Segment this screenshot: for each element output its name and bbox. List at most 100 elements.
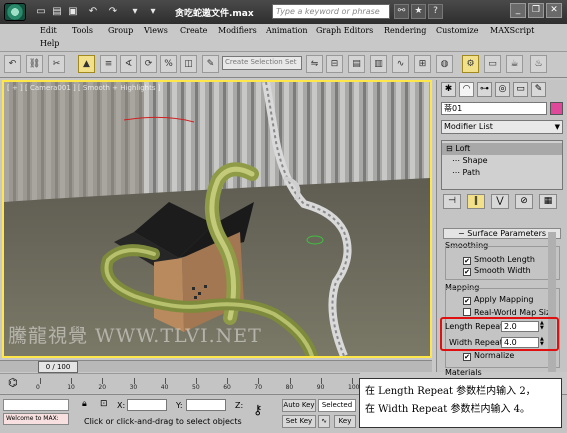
menu-customize[interactable]: Customize — [436, 26, 479, 35]
absolute-mode-icon[interactable]: ⊡ — [100, 399, 108, 409]
lock-selection-icon[interactable]: 🔒︎ — [82, 399, 87, 409]
material-editor-icon[interactable]: ◍ — [436, 55, 453, 73]
hierarchy-icon[interactable]: ⊶ — [477, 82, 492, 97]
smooth-length-checkbox[interactable]: ✔ Smooth Length — [463, 255, 535, 265]
viewport-scene — [4, 82, 430, 356]
select-link-icon[interactable]: ⛓ — [26, 55, 43, 73]
menu-views[interactable]: Views — [144, 26, 168, 35]
track-bar[interactable]: ⌬ 0 10 20 30 40 50 60 70 80 90 100 — [0, 373, 360, 393]
schematic-icon[interactable]: ⊞ — [414, 55, 431, 73]
quick-access-dropdown-icon[interactable]: ▾ — [146, 5, 160, 18]
remove-modifier-icon[interactable]: ⊘ — [515, 194, 533, 209]
minimize-button[interactable]: _ — [510, 3, 526, 18]
stack-item-loft[interactable]: ⊟ Loft — [442, 143, 562, 155]
smooth-width-checkbox[interactable]: ✔ Smooth Width — [463, 266, 531, 276]
command-panel-scrollbar[interactable] — [548, 232, 556, 372]
binoculars-icon[interactable]: ⚯ — [394, 4, 409, 19]
key-icon[interactable]: ⚷ — [253, 403, 263, 418]
menu-create[interactable]: Create — [180, 26, 207, 35]
render-frame-icon[interactable]: ▭ — [484, 55, 501, 73]
object-color-swatch[interactable] — [550, 102, 563, 115]
show-end-result-icon[interactable]: ‖ — [467, 194, 485, 209]
display-icon[interactable]: ▭ — [513, 82, 528, 97]
menu-modifiers[interactable]: Modifiers — [218, 26, 257, 35]
surface-parameters-rollout[interactable]: − Surface Parameters — [443, 228, 561, 239]
open-folder-icon[interactable]: ▤ — [50, 5, 64, 18]
stack-toolbar: ⊣ ‖ ⋁ ⊘ ▦ — [441, 194, 563, 210]
normalize-checkbox[interactable]: ✔ Normalize — [463, 351, 514, 361]
close-button[interactable]: ✕ — [546, 3, 562, 18]
utilities-icon[interactable]: ✎ — [531, 82, 546, 97]
project-folder-icon[interactable]: ▾ — [128, 5, 142, 18]
align-icon[interactable]: ⊟ — [326, 55, 343, 73]
instruction-line-2: 在 Width Repeat 参数栏内输入 4。 — [365, 404, 530, 415]
keyword-search-input[interactable]: Type a keyword or phrase — [272, 4, 390, 19]
make-unique-icon[interactable]: ⋁ — [491, 194, 509, 209]
y-coord-label: Y: — [176, 401, 183, 410]
undo-icon[interactable]: ↶ — [86, 5, 100, 18]
auto-key-button[interactable]: Auto Key — [282, 399, 316, 412]
maxscript-listener-input[interactable] — [3, 399, 69, 411]
motion-icon[interactable]: ◎ — [495, 82, 510, 97]
undo-icon[interactable]: ↶ — [4, 55, 21, 73]
curve-icon[interactable]: ∿ — [318, 415, 330, 428]
snap-icon[interactable]: ◫ — [180, 55, 197, 73]
select-by-name-icon[interactable]: ≡ — [100, 55, 117, 73]
create-icon[interactable]: ✱ — [441, 82, 456, 97]
render-icon[interactable]: ☕ — [506, 55, 523, 73]
help-icon[interactable]: ? — [428, 4, 443, 19]
camera-viewport[interactable]: [ + ] [ Camera001 ] [ Smooth + Highlight… — [2, 80, 432, 358]
angle-snap-icon[interactable]: ∢ — [120, 55, 137, 73]
new-file-icon[interactable]: ▭ — [34, 5, 48, 18]
teapot-icon[interactable]: ♨ — [530, 55, 547, 73]
mini-curve-editor-icon[interactable]: ⌬ — [8, 376, 18, 389]
modify-icon[interactable]: ◠ — [459, 82, 474, 97]
restore-button[interactable]: ❐ — [528, 3, 544, 18]
maxscript-mini-listener[interactable]: Welcome to MAX: — [3, 413, 69, 425]
menu-animation[interactable]: Animation — [266, 26, 308, 35]
stack-item-shape[interactable]: ⋯ Shape — [442, 155, 562, 167]
configure-sets-icon[interactable]: ▦ — [539, 194, 557, 209]
unlink-icon[interactable]: ✂ — [48, 55, 65, 73]
menu-graph-editors[interactable]: Graph Editors — [316, 26, 373, 35]
key-filters-button[interactable]: Key — [334, 415, 356, 428]
z-coord-label: Z: — [235, 401, 244, 410]
save-icon[interactable]: ▣ — [66, 5, 80, 18]
timeline-tick-label: 80 — [285, 384, 294, 391]
stack-item-path[interactable]: ⋯ Path — [442, 167, 562, 179]
menu-group[interactable]: Group — [108, 26, 133, 35]
layers-icon[interactable]: ▤ — [348, 55, 365, 73]
timeline-tick-label: 20 — [98, 384, 107, 391]
modifier-list-dropdown[interactable]: Modifier List ▼ — [441, 120, 563, 134]
selection-set-dropdown[interactable]: Create Selection Set — [222, 56, 302, 70]
star-icon[interactable]: ★ — [411, 4, 426, 19]
menu-rendering[interactable]: Rendering — [384, 26, 426, 35]
app-logo-icon[interactable] — [4, 3, 26, 21]
menu-edit[interactable]: Edit — [40, 26, 57, 35]
mirror-icon[interactable]: ⇋ — [306, 55, 323, 73]
set-key-button[interactable]: Set Key — [282, 415, 316, 428]
curve-editor-icon[interactable]: ∿ — [392, 55, 409, 73]
chevron-down-icon: ▼ — [554, 123, 560, 131]
select-object-icon[interactable]: ▲ — [78, 55, 95, 73]
x-coord-label: X: — [117, 401, 126, 410]
menu-maxscript[interactable]: MAXScript — [490, 26, 534, 35]
menu-tools[interactable]: Tools — [72, 26, 93, 35]
time-slider-handle[interactable]: 0 / 100 — [38, 361, 78, 373]
edit-named-sets-icon[interactable]: ✎ — [202, 55, 219, 73]
x-coord-field[interactable] — [127, 399, 167, 411]
graphite-icon[interactable]: ▥ — [370, 55, 387, 73]
redo-icon[interactable]: ↷ — [106, 5, 120, 18]
menu-help[interactable]: Help — [40, 39, 59, 48]
modifier-stack: ⊟ Loft ⋯ Shape ⋯ Path — [441, 140, 563, 190]
apply-mapping-checkbox[interactable]: ✔ Apply Mapping — [463, 295, 533, 305]
viewport-label[interactable]: [ + ] [ Camera001 ] [ Smooth + Highlight… — [7, 84, 160, 92]
selected-dropdown[interactable]: Selected — [318, 399, 356, 412]
render-setup-icon[interactable]: ⚙ — [462, 55, 479, 73]
spinner-snap-icon[interactable]: ⟳ — [140, 55, 157, 73]
pin-stack-icon[interactable]: ⊣ — [443, 194, 461, 209]
y-coord-field[interactable] — [186, 399, 226, 411]
percent-snap-icon[interactable]: % — [160, 55, 177, 73]
time-slider[interactable]: 0 / 100 — [0, 360, 432, 373]
object-name-field[interactable]: 蒂01 — [441, 102, 547, 115]
